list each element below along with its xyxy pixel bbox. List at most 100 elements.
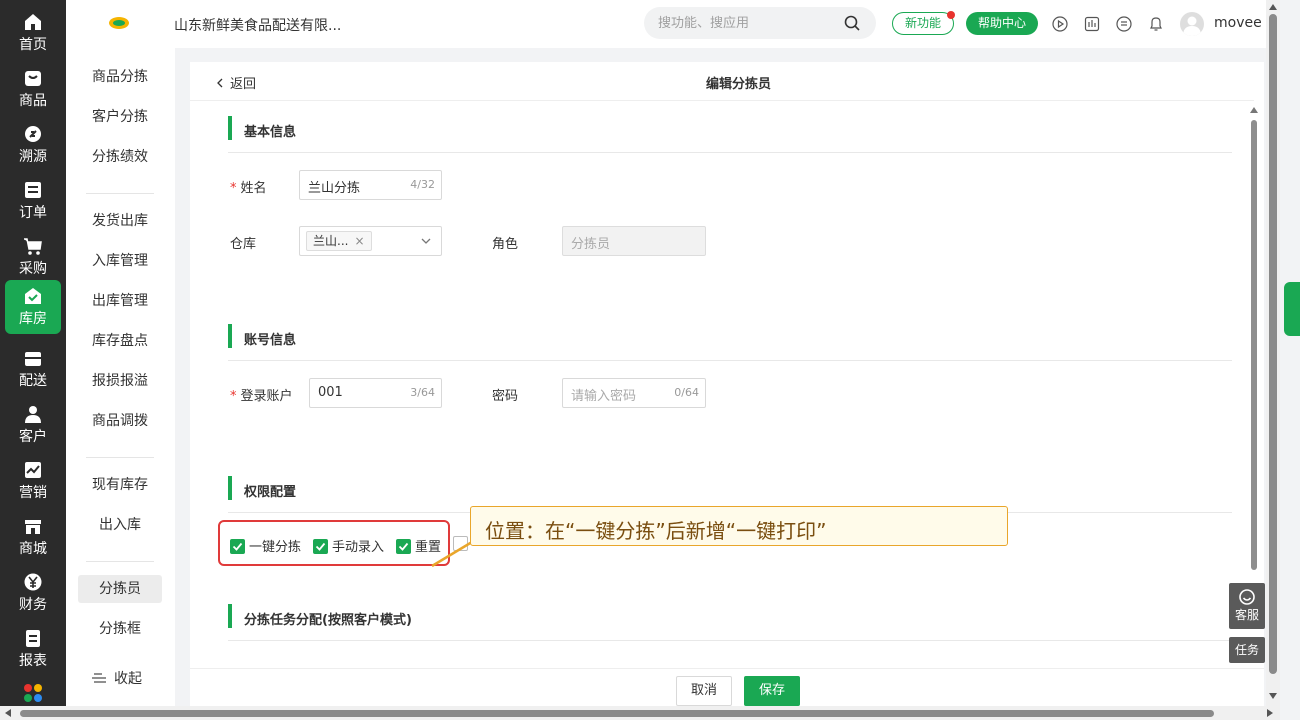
nav-marketing[interactable]: 营销 — [5, 454, 61, 508]
content-scrollbar-thumb[interactable] — [1251, 120, 1257, 570]
message-icon[interactable] — [1116, 16, 1132, 32]
apps-icon[interactable] — [24, 684, 42, 702]
content-scrollbar[interactable] — [1250, 106, 1258, 666]
chart-icon[interactable] — [1084, 16, 1100, 32]
delivery-icon — [25, 352, 41, 366]
name-input[interactable]: 兰山分拣 4/32 — [299, 170, 442, 200]
nav-home[interactable]: 首页 — [5, 6, 61, 60]
customer-service-label: 客服 — [1234, 608, 1259, 622]
global-search[interactable] — [644, 7, 876, 39]
search-icon[interactable] — [844, 15, 860, 31]
nav-purchase[interactable]: 采购 — [5, 230, 61, 284]
nav-goods[interactable]: 商品 — [5, 62, 61, 116]
password-input[interactable]: 请输入密码 0/64 — [562, 378, 706, 408]
video-icon[interactable] — [1052, 16, 1068, 32]
help-center-button[interactable]: 帮助中心 — [966, 12, 1038, 35]
login-char-count: 3/64 — [410, 386, 435, 399]
nav-mall[interactable]: 商城 — [5, 510, 61, 564]
scroll-left-arrow-icon[interactable] — [4, 709, 12, 717]
subnav-item-outbound[interactable]: 出库管理 — [78, 287, 162, 315]
goods-icon — [25, 71, 41, 86]
cancel-button[interactable]: 取消 — [676, 676, 732, 706]
subnav-item-stocktaking[interactable]: 库存盘点 — [78, 327, 162, 355]
password-char-count: 0/64 — [674, 386, 699, 399]
subnav-item-customer-sorting[interactable]: 客户分拣 — [78, 103, 162, 131]
save-button[interactable]: 保存 — [744, 676, 800, 706]
username[interactable]: movee — [1214, 15, 1262, 31]
search-input[interactable] — [658, 13, 838, 33]
subnav-item-sorting-performance[interactable]: 分拣绩效 — [78, 143, 162, 171]
customer-service-button[interactable]: 客服 — [1229, 583, 1265, 629]
window-vertical-scrollbar[interactable] — [1266, 0, 1280, 706]
main-sidebar: 首页 商品 溯源 订单 采购 库房 配送 客户 营销 商城 财务 报表 — [0, 0, 66, 706]
subnav-item-sorter[interactable]: 分拣员 — [78, 575, 162, 603]
finance-icon — [24, 573, 42, 591]
window-horizontal-scrollbar-thumb[interactable] — [20, 710, 1214, 717]
divider — [86, 457, 154, 458]
scroll-down-arrow-icon[interactable] — [1269, 692, 1277, 700]
subnav-item-in-out[interactable]: 出入库 — [78, 511, 162, 539]
section-marker — [228, 604, 232, 628]
subnav-item-shipping-out[interactable]: 发货出库 — [78, 207, 162, 235]
user-avatar-icon — [1183, 16, 1201, 36]
role-label: 角色 — [492, 237, 519, 252]
required-mark: * — [230, 389, 237, 404]
top-header: 山东新鲜美食品配送有限... 新功能 帮助中心 movee — [66, 0, 1266, 48]
annotation-callout: 位置：在“一键分拣”后新增“一键打印” — [470, 506, 1008, 546]
required-mark: * — [230, 181, 237, 196]
chevron-down-icon[interactable] — [421, 237, 431, 245]
section-title-permissions: 权限配置 — [244, 485, 297, 500]
subnav-item-sorting-frame[interactable]: 分拣框 — [78, 615, 162, 643]
page-title: 编辑分拣员 — [706, 77, 772, 92]
name-label: * 姓名 — [230, 181, 267, 196]
subnav-item-goods-sorting[interactable]: 商品分拣 — [78, 63, 162, 91]
subnav-item-loss-overflow[interactable]: 报损报溢 — [78, 367, 162, 395]
nav-warehouse[interactable]: 库房 — [5, 280, 61, 334]
collapse-icon — [92, 673, 106, 683]
order-icon — [25, 182, 41, 198]
subnav-item-inbound[interactable]: 入库管理 — [78, 247, 162, 275]
divider — [86, 561, 154, 562]
subnav-item-transfer[interactable]: 商品调拨 — [78, 407, 162, 435]
role-input: 分拣员 — [562, 226, 706, 256]
back-label: 返回 — [230, 77, 257, 92]
notification-dot — [947, 11, 955, 19]
collapse-button[interactable]: 收起 — [92, 668, 142, 688]
secondary-sidebar: 商品分拣 客户分拣 分拣绩效 发货出库 入库管理 出库管理 库存盘点 报损报溢 … — [66, 48, 175, 706]
new-feature-button[interactable]: 新功能 — [892, 11, 955, 35]
section-title-account: 账号信息 — [244, 333, 297, 348]
scroll-up-arrow-icon[interactable] — [1269, 3, 1277, 11]
avatar[interactable] — [1180, 12, 1204, 36]
nav-report[interactable]: 报表 — [5, 622, 61, 676]
login-account-input[interactable]: 001 3/64 — [309, 378, 442, 408]
divider — [228, 360, 1232, 361]
side-drawer-tab[interactable] — [1284, 282, 1300, 336]
bell-icon[interactable] — [1148, 16, 1164, 32]
marketing-icon — [25, 462, 41, 478]
home-icon — [25, 14, 41, 30]
scroll-right-arrow-icon[interactable] — [1266, 709, 1274, 717]
nav-customer[interactable]: 客户 — [5, 398, 61, 452]
nav-finance[interactable]: 财务 — [5, 566, 61, 620]
warehouse-icon — [25, 288, 41, 304]
nav-trace[interactable]: 溯源 — [5, 118, 61, 172]
section-marker — [228, 324, 232, 348]
divider — [86, 193, 154, 194]
warehouse-select[interactable]: 兰山... × — [299, 226, 442, 256]
back-link[interactable]: 返回 — [216, 73, 256, 92]
window-vertical-scrollbar-thumb[interactable] — [1269, 14, 1277, 674]
login-account-value: 001 — [318, 385, 343, 400]
task-button[interactable]: 任务 — [1229, 637, 1265, 663]
cart-icon — [24, 238, 42, 255]
tag-remove-icon[interactable]: × — [354, 234, 364, 248]
company-name[interactable]: 山东新鲜美食品配送有限... — [174, 15, 341, 35]
password-placeholder: 请输入密码 — [571, 389, 637, 404]
subnav-item-current-stock[interactable]: 现有库存 — [78, 471, 162, 499]
window-horizontal-scrollbar[interactable] — [0, 706, 1280, 720]
scroll-up-arrow-icon[interactable] — [1250, 106, 1258, 114]
nav-delivery[interactable]: 配送 — [5, 342, 61, 396]
warehouse-tag: 兰山... × — [306, 231, 372, 251]
divider — [228, 152, 1232, 153]
nav-order[interactable]: 订单 — [5, 174, 61, 228]
company-logo-icon — [109, 17, 129, 29]
